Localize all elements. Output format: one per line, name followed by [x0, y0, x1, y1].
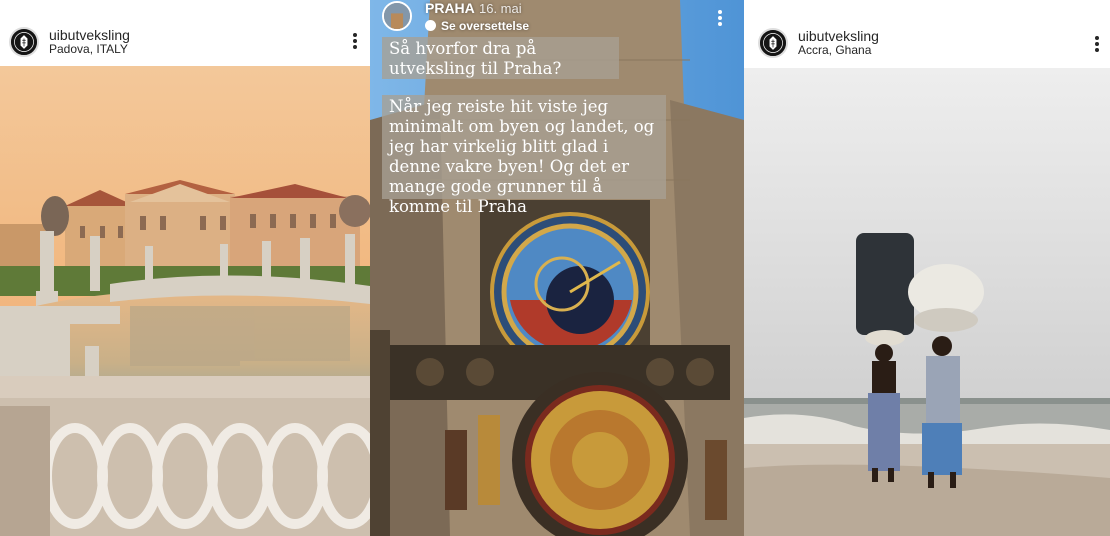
story-avatar[interactable]	[382, 1, 412, 31]
location[interactable]: Padova, ITALY	[49, 42, 128, 56]
story-username[interactable]: PRAHA	[425, 0, 475, 16]
story-caption-question: Så hvorfor dra på utveksling til Praha?	[382, 37, 619, 79]
location[interactable]: Accra, Ghana	[798, 43, 871, 57]
post-photo[interactable]	[744, 68, 1110, 536]
story-praha: PRAHA 16. mai Se oversettelse Så hvorfor…	[370, 0, 744, 536]
seal-logo-icon	[760, 30, 786, 56]
profile-avatar[interactable]	[758, 28, 788, 58]
username[interactable]: uibutveksling	[798, 28, 879, 44]
post-padova: uibutveksling Padova, ITALY	[0, 0, 370, 536]
beach-carriers-photo	[744, 68, 1110, 536]
post-header: uibutveksling Padova, ITALY	[0, 0, 370, 68]
username[interactable]: uibutveksling	[49, 27, 130, 43]
seal-logo-icon	[11, 29, 37, 55]
story-caption-body: Når jeg reiste hit viste jeg minimalt om…	[382, 95, 666, 216]
profile-avatar[interactable]	[9, 27, 39, 57]
astronomical-clock-photo	[370, 0, 744, 536]
translate-label: Se oversettelse	[441, 19, 530, 33]
post-header: uibutveksling Accra, Ghana	[744, 0, 1110, 68]
more-options-icon[interactable]	[1094, 34, 1100, 54]
more-options-icon[interactable]	[352, 31, 358, 51]
more-options-icon[interactable]	[717, 8, 723, 28]
speech-bubble-icon	[425, 20, 436, 31]
story-photo[interactable]	[370, 0, 744, 536]
profile-photo-icon	[384, 3, 410, 29]
post-accra: uibutveksling Accra, Ghana	[744, 0, 1110, 536]
story-date: 16. mai	[479, 1, 522, 16]
post-photo[interactable]	[0, 66, 370, 536]
prato-della-valle-photo	[0, 66, 370, 536]
translate-button[interactable]: Se oversettelse	[425, 19, 529, 33]
